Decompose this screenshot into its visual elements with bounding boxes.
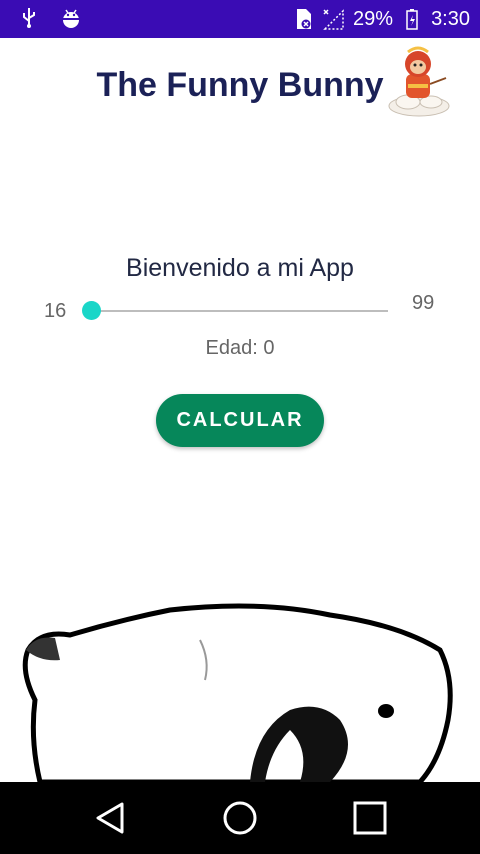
battery-icon (401, 8, 423, 30)
android-debug-icon (60, 7, 82, 29)
slider-max-label: 99 (412, 292, 435, 314)
clock: 3:30 (431, 7, 470, 30)
slider-min-label: 16 (44, 300, 67, 322)
mascot-illustration (388, 46, 450, 117)
sim-card-icon (293, 8, 315, 30)
status-bar: 29% 3:30 (0, 0, 480, 38)
slider-track[interactable] (92, 310, 388, 312)
calculate-button[interactable]: CALCULAR (156, 394, 324, 447)
recents-icon[interactable] (352, 800, 388, 836)
usb-icon (18, 7, 40, 29)
slider-thumb[interactable] (82, 301, 101, 320)
age-slider[interactable] (82, 298, 388, 324)
age-text: Edad: 0 (205, 337, 275, 359)
navigation-bar (0, 782, 480, 854)
back-icon[interactable] (92, 800, 128, 836)
welcome-text: Bienvenido a mi App (126, 254, 354, 282)
home-icon[interactable] (222, 800, 258, 836)
battery-percent: 29% (353, 7, 394, 30)
signal-icon (323, 8, 345, 30)
bunny-drawing (22, 603, 453, 782)
